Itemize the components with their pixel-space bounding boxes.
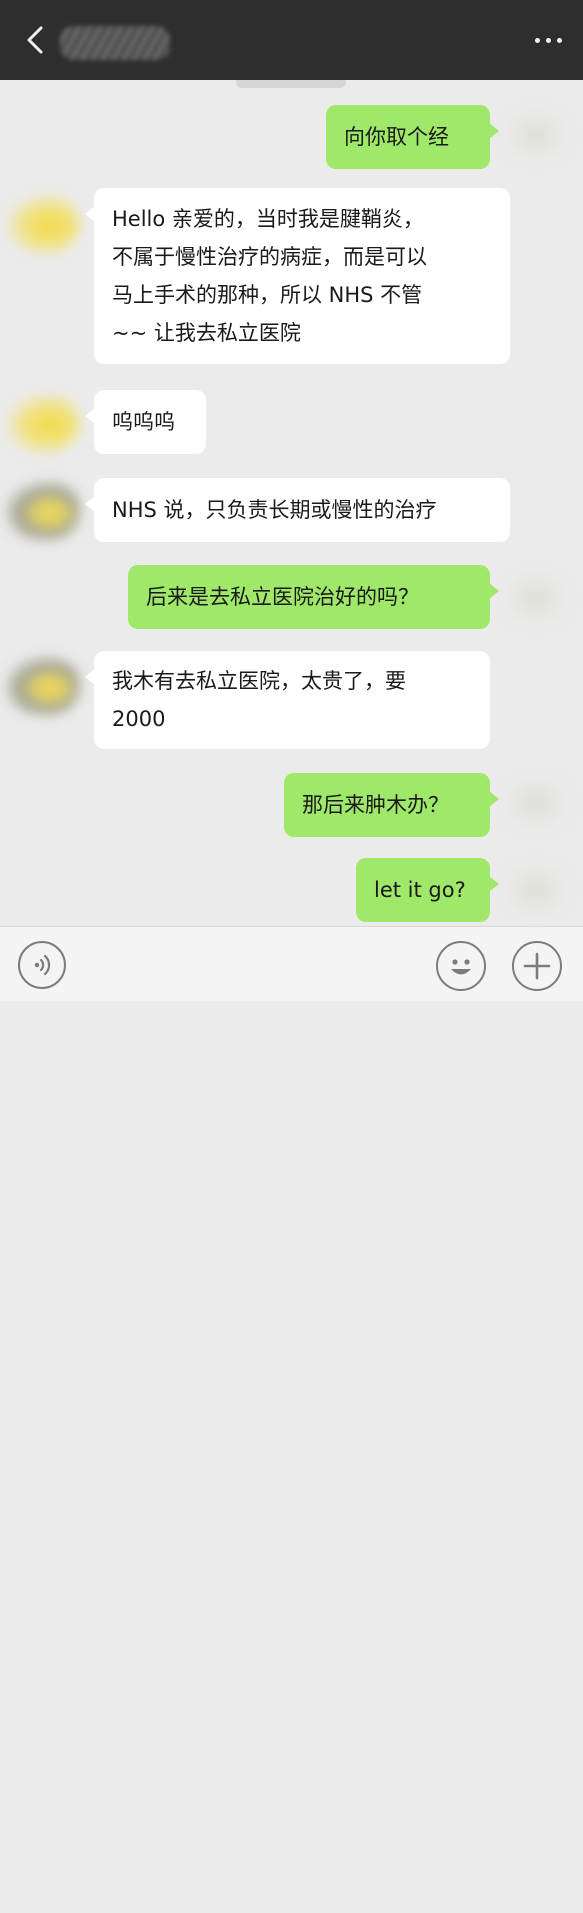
my-avatar[interactable] xyxy=(498,105,574,165)
voice-icon xyxy=(34,954,51,976)
message-bubble-incoming[interactable]: NHS 说，只负责长期或慢性的治疗 xyxy=(85,478,510,542)
input-toolbar xyxy=(0,926,583,1001)
chevron-left-icon[interactable] xyxy=(18,22,54,58)
contact-avatar[interactable] xyxy=(4,655,80,715)
message-text-line: 不属于慢性治疗的病症，而是可以 xyxy=(112,245,427,269)
top-timestamp-pill xyxy=(236,80,346,88)
my-avatar[interactable] xyxy=(498,860,574,920)
contact-avatar[interactable] xyxy=(4,392,80,452)
message-text-line: 我木有去私立医院，太贵了，要 xyxy=(112,669,406,693)
message-text: NHS 说，只负责长期或慢性的治疗 xyxy=(112,498,437,522)
my-avatar[interactable] xyxy=(498,773,574,833)
message-text-line: 2000 xyxy=(112,707,166,731)
message-bubble-incoming[interactable]: 呜呜呜 xyxy=(85,390,206,454)
chat-header xyxy=(0,0,583,80)
message-text: 向你取个经 xyxy=(344,125,449,149)
message-text: 后来是去私立医院治好的吗？ xyxy=(146,585,419,609)
emoji-button[interactable] xyxy=(436,941,486,991)
more-dots-icon[interactable] xyxy=(531,28,567,52)
contact-name-obscured xyxy=(60,26,170,60)
message-text: 呜呜呜 xyxy=(112,410,175,434)
emoji-icon xyxy=(451,959,471,975)
message-bubble-incoming[interactable]: 我木有去私立医院，太贵了，要 2000 xyxy=(85,651,490,749)
contact-avatar[interactable] xyxy=(4,480,80,540)
message-text: 那后来肿木办？ xyxy=(302,793,449,817)
voice-button[interactable] xyxy=(18,941,66,989)
message-input[interactable] xyxy=(86,1869,416,1913)
contact-avatar[interactable] xyxy=(4,193,80,253)
message-bubble-outgoing[interactable]: let it go? xyxy=(356,858,499,922)
message-bubble-outgoing[interactable]: 向你取个经 xyxy=(326,105,499,169)
message-text: let it go? xyxy=(374,878,466,902)
message-bubble-incoming[interactable]: Hello 亲爱的，当时我是腱鞘炎， 不属于慢性治疗的病症，而是可以 马上手术的… xyxy=(85,188,510,364)
message-bubble-outgoing[interactable]: 那后来肿木办？ xyxy=(284,773,499,837)
plus-icon xyxy=(523,952,551,980)
message-text-line: Hello 亲爱的，当时我是腱鞘炎， xyxy=(112,207,424,231)
message-text-line: 马上手术的那种，所以 NHS 不管 xyxy=(112,283,423,307)
message-bubble-outgoing[interactable]: 后来是去私立医院治好的吗？ xyxy=(128,565,499,629)
message-text-line: ~~ 让我去私立医院 xyxy=(112,321,301,345)
plus-button[interactable] xyxy=(512,941,562,991)
my-avatar[interactable] xyxy=(498,568,574,628)
